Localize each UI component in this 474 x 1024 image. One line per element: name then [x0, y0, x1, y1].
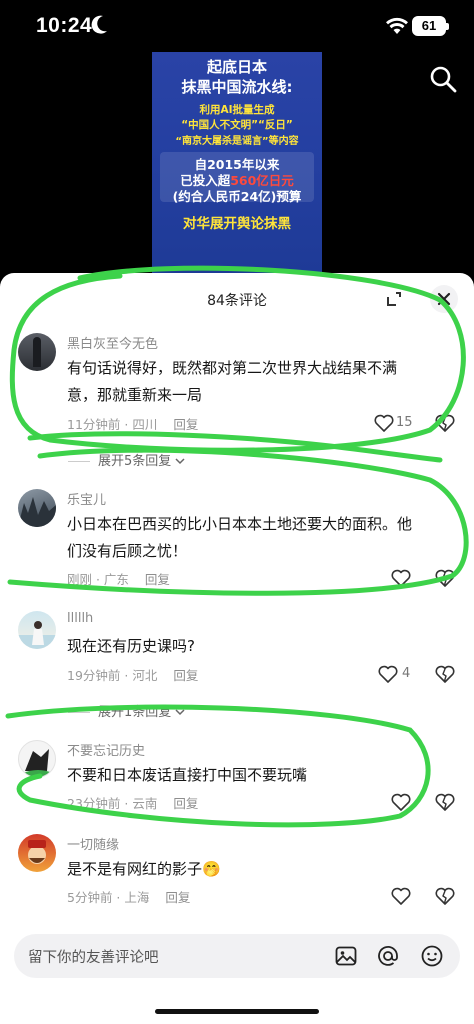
home-indicator	[155, 1009, 319, 1014]
comment-sheet: 84条评论 黑白灰至今无色 有句话说得好，既然都对第二次世界大战结果不满 意，那…	[0, 273, 474, 1024]
heart-icon[interactable]	[378, 665, 398, 683]
video-slogan: 对华展开舆论抹黑	[183, 216, 291, 232]
avatar-mountain-icon	[18, 497, 56, 527]
heart-icon[interactable]	[391, 793, 411, 811]
heart-icon[interactable]	[391, 887, 411, 905]
moon-icon	[91, 15, 107, 34]
chevron-down-icon	[175, 458, 185, 465]
broken-heart-icon[interactable]	[435, 793, 455, 811]
comment-item: 不要忘记历史 不要和日本废话直接打中国不要玩嘴 23分钟前 · 云南 回复	[0, 738, 474, 818]
comment-item: 乐宝儿 小日本在巴西买的比小日本本土地还要大的面积。他 们没有后顾之忧！ 刚刚 …	[0, 487, 474, 587]
comment-meta: 刚刚 · 广东 回复	[67, 569, 170, 588]
avatar[interactable]	[18, 611, 56, 649]
broken-heart-icon[interactable]	[435, 414, 455, 432]
video-title-line1: 起底日本	[206, 58, 267, 76]
broken-heart-icon[interactable]	[435, 887, 455, 905]
reply-button[interactable]: 回复	[165, 890, 190, 905]
comment-text-line1: 小日本在巴西买的比小日本本土地还要大的面积。他	[67, 515, 413, 533]
expand-replies-label: 展开1条回复	[98, 705, 172, 720]
comment-time-location: 5分钟前 · 上海	[67, 890, 150, 905]
emoji-icon[interactable]	[420, 944, 444, 968]
video-title-line2: 抹黑中国流水线:	[181, 78, 293, 96]
comment-time-location: 23分钟前 · 云南	[67, 796, 158, 811]
comment-username[interactable]: lllllh	[67, 611, 93, 626]
search-icon[interactable]	[428, 64, 458, 94]
comment-item: lllllh 现在还有历史课吗? 19分钟前 · 河北 回复 4	[0, 609, 474, 689]
expand-replies-button[interactable]: 展开5条回复	[68, 450, 185, 469]
expand-replies-button[interactable]: 展开1条回复	[68, 701, 185, 720]
comment-time-location: 19分钟前 · 河北	[67, 668, 158, 683]
comment-input-bar[interactable]: 留下你的友善评论吧	[14, 934, 460, 978]
comment-text-line1: 现在还有历史课吗?	[67, 637, 195, 655]
comment-text-line2: 意，那就重新来一局	[67, 386, 203, 404]
expand-icon[interactable]	[383, 288, 405, 310]
comment-meta: 19分钟前 · 河北 回复	[67, 665, 198, 684]
avatar[interactable]	[18, 489, 56, 527]
comment-time-location: 刚刚 · 广东	[67, 572, 129, 587]
comment-text-line2: 们没有后顾之忧！	[67, 542, 188, 560]
video-caption-line3: “南京大屠杀是谣言”等内容	[175, 136, 299, 147]
like-count: 4	[402, 666, 411, 681]
close-button[interactable]	[430, 285, 458, 313]
status-time: 10:24	[36, 14, 93, 37]
broken-heart-icon[interactable]	[435, 569, 455, 587]
chevron-down-icon	[175, 709, 185, 716]
expand-replies-label: 展开5条回复	[98, 454, 172, 469]
comment-input-placeholder[interactable]: 留下你的友善评论吧	[28, 946, 159, 967]
video-thumbnail[interactable]: 起底日本 抹黑中国流水线: 利用AI批量生成 “中国人不文明”“反日” “南京大…	[152, 52, 322, 278]
comment-username[interactable]: 不要忘记历史	[67, 740, 145, 759]
heart-icon[interactable]	[391, 569, 411, 587]
broken-heart-icon[interactable]	[435, 665, 455, 683]
comment-username[interactable]: 一切随缘	[67, 834, 119, 853]
comment-time-location: 11分钟前 · 四川	[67, 417, 158, 432]
avatar[interactable]	[18, 834, 56, 872]
reply-button[interactable]: 回复	[173, 668, 198, 683]
comment-text-line1: 是不是有网红的影子🤭	[67, 860, 221, 878]
avatar-person-icon	[18, 621, 56, 649]
comment-username[interactable]: 黑白灰至今无色	[67, 333, 158, 352]
reply-button[interactable]: 回复	[173, 417, 198, 432]
video-caption-line1: 利用AI批量生成	[199, 104, 275, 116]
wifi-icon	[386, 17, 408, 34]
reply-button[interactable]: 回复	[145, 572, 170, 587]
comment-username[interactable]: 乐宝儿	[67, 489, 106, 508]
heart-icon[interactable]	[374, 414, 394, 432]
comment-text-line1: 不要和日本废话直接打中国不要玩嘴	[67, 766, 308, 784]
avatar-figure-icon	[23, 749, 53, 777]
image-icon[interactable]	[334, 944, 358, 968]
comment-item: 黑白灰至今无色 有句话说得好，既然都对第二次世界大战结果不满 意，那就重新来一局…	[0, 331, 474, 441]
comment-meta: 5分钟前 · 上海 回复	[67, 887, 190, 906]
avatar-figure-icon	[33, 337, 41, 367]
video-info-line3: (约合人民币24亿)预算	[172, 189, 302, 204]
at-mention-icon[interactable]	[376, 944, 400, 968]
like-count: 15	[396, 415, 413, 430]
avatar[interactable]	[18, 333, 56, 371]
comment-meta: 23分钟前 · 云南 回复	[67, 793, 198, 812]
comment-meta: 11分钟前 · 四川 回复	[67, 414, 198, 433]
status-bar: 10:24 61	[0, 0, 474, 52]
comment-item: 一切随缘 是不是有网红的影子🤭 5分钟前 · 上海 回复	[0, 832, 474, 912]
avatar-figure-icon	[28, 840, 46, 864]
close-icon	[437, 292, 451, 306]
video-caption-line2: “中国人不文明”“反日”	[181, 119, 293, 131]
battery-indicator: 61	[412, 16, 449, 36]
reply-button[interactable]: 回复	[173, 796, 198, 811]
comment-text-line1: 有句话说得好，既然都对第二次世界大战结果不满	[67, 359, 398, 377]
avatar[interactable]	[18, 740, 56, 778]
